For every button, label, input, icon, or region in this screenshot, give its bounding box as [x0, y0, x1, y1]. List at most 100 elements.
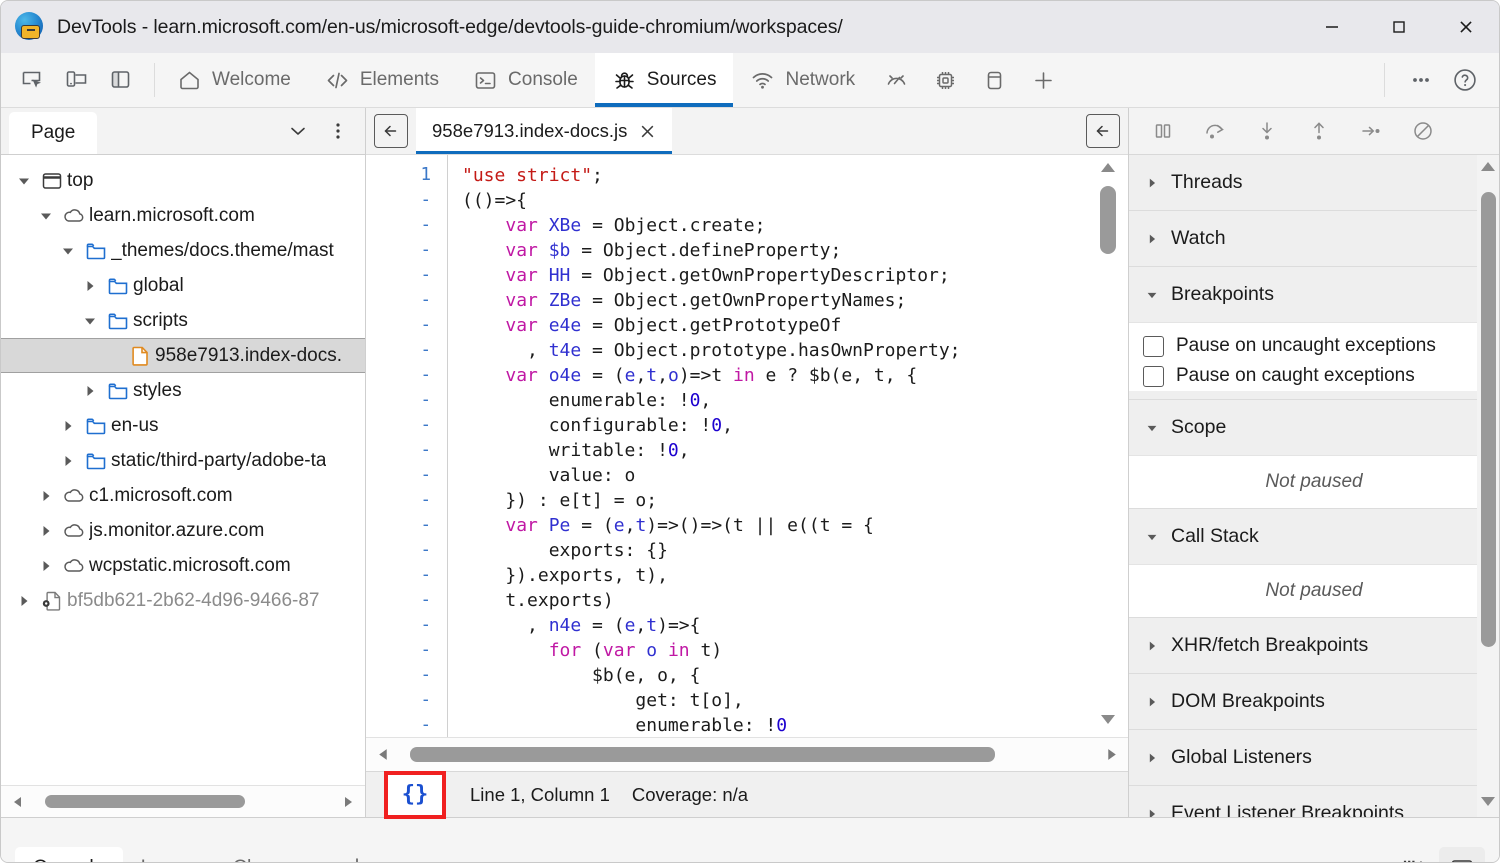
line-number[interactable]: - — [366, 338, 447, 363]
tab-memory[interactable] — [921, 53, 970, 107]
line-number[interactable]: - — [366, 238, 447, 263]
line-number[interactable]: - — [366, 513, 447, 538]
twisty-expanded-icon[interactable] — [11, 173, 37, 189]
step-into-icon[interactable] — [1243, 111, 1291, 151]
close-drawer-icon[interactable] — [1439, 846, 1485, 862]
source-code[interactable]: "use strict"; (()=>{ var XBe = Object.cre… — [448, 155, 1088, 737]
scrollbar-track[interactable] — [394, 739, 1100, 771]
twisty-collapsed-icon[interactable] — [55, 418, 81, 434]
line-number[interactable]: 1 — [366, 163, 447, 188]
line-number[interactable]: - — [366, 563, 447, 588]
maximize-button[interactable] — [1365, 1, 1432, 53]
scroll-up-arrow[interactable] — [1099, 161, 1117, 180]
restore-drawer-icon[interactable] — [1389, 847, 1435, 862]
tree-item-global[interactable]: global — [1, 268, 365, 303]
line-number[interactable]: - — [366, 388, 447, 413]
minimize-button[interactable] — [1298, 1, 1365, 53]
tree-item-styles[interactable]: styles — [1, 373, 365, 408]
line-number[interactable]: - — [366, 363, 447, 388]
scroll-up-arrow[interactable] — [1480, 160, 1496, 178]
line-number[interactable]: - — [366, 688, 447, 713]
step-out-icon[interactable] — [1295, 111, 1343, 151]
line-number[interactable]: - — [366, 663, 447, 688]
section-header-scope[interactable]: Scope — [1129, 400, 1499, 455]
pause-script-icon[interactable] — [1139, 111, 1187, 151]
scroll-left-arrow[interactable] — [372, 747, 394, 762]
scrollbar-thumb[interactable] — [410, 747, 995, 762]
scrollbar-thumb[interactable] — [1100, 186, 1116, 254]
tab-sources[interactable]: Sources — [594, 53, 734, 107]
editor-vertical-scrollbar[interactable] — [1088, 155, 1128, 737]
debugger-vertical-scrollbar[interactable] — [1477, 155, 1499, 817]
scroll-right-arrow[interactable] — [1100, 747, 1122, 762]
twisty-collapsed-icon[interactable] — [77, 383, 103, 399]
twisty-collapsed-icon[interactable] — [11, 593, 37, 609]
tree-item-c1-microsoft-com[interactable]: c1.microsoft.com — [1, 478, 365, 513]
deactivate-breakpoints-icon[interactable] — [1399, 111, 1447, 151]
breakpoint-option-row[interactable]: Pause on uncaught exceptions — [1129, 331, 1499, 361]
checkbox[interactable] — [1143, 335, 1164, 357]
navigator-horizontal-scrollbar[interactable] — [1, 785, 365, 817]
line-number[interactable]: - — [366, 213, 447, 238]
section-header-call-stack[interactable]: Call Stack — [1129, 509, 1499, 564]
tab-elements[interactable]: Elements — [308, 53, 456, 107]
navigate-back-icon[interactable] — [374, 114, 408, 148]
line-number[interactable]: - — [366, 588, 447, 613]
drawer-tab-issues[interactable]: Issues — [123, 847, 215, 862]
tab-welcome[interactable]: Welcome — [160, 53, 308, 107]
twisty-collapsed-icon[interactable] — [33, 558, 59, 574]
tree-item-bf5db621-2b62-4d96-9466-87[interactable]: bf5db621-2b62-4d96-9466-87 — [1, 583, 365, 618]
line-number[interactable]: - — [366, 488, 447, 513]
plus-icon[interactable] — [335, 846, 379, 862]
tree-item-js-monitor-azure-com[interactable]: js.monitor.azure.com — [1, 513, 365, 548]
tree-item-scripts[interactable]: scripts — [1, 303, 365, 338]
line-number[interactable]: - — [366, 613, 447, 638]
line-number[interactable]: - — [366, 438, 447, 463]
tree-item-static-third-party-adobe-ta[interactable]: static/third-party/adobe-ta — [1, 443, 365, 478]
line-number[interactable]: - — [366, 313, 447, 338]
section-header-dom-breakpoints[interactable]: DOM Breakpoints — [1129, 674, 1499, 729]
scrollbar-thumb[interactable] — [1480, 192, 1496, 647]
device-emulation-icon[interactable] — [55, 58, 99, 102]
scroll-left-arrow[interactable] — [7, 795, 29, 809]
help-question-icon[interactable] — [1443, 58, 1487, 102]
editor-file-tab[interactable]: 958e7913.index-docs.js — [416, 108, 673, 154]
tab-performance[interactable] — [872, 53, 921, 107]
step-icon[interactable] — [1347, 111, 1395, 151]
section-header-watch[interactable]: Watch — [1129, 211, 1499, 266]
line-number[interactable]: - — [366, 263, 447, 288]
scrollbar-thumb[interactable] — [45, 795, 245, 808]
breakpoint-option-row[interactable]: Pause on caught exceptions — [1129, 361, 1499, 391]
line-number[interactable]: - — [366, 638, 447, 663]
tree-item-958e7913-index-docs[interactable]: 958e7913.index-docs. — [1, 338, 365, 373]
section-header-global-listeners[interactable]: Global Listeners — [1129, 730, 1499, 785]
format-source-button[interactable]: {} — [384, 770, 446, 819]
section-header-threads[interactable]: Threads — [1129, 155, 1499, 210]
twisty-collapsed-icon[interactable] — [33, 523, 59, 539]
step-over-icon[interactable] — [1191, 111, 1239, 151]
kebab-menu-icon[interactable] — [319, 112, 357, 150]
drawer-tab-changes[interactable]: Changes — [215, 847, 329, 862]
code-viewer[interactable]: 1---------------------- "use strict";(()… — [366, 155, 1128, 737]
line-number[interactable]: - — [366, 463, 447, 488]
tab-application[interactable] — [970, 53, 1019, 107]
tab-network[interactable]: Network — [733, 53, 872, 107]
tab-console[interactable]: Console — [456, 53, 595, 107]
line-number[interactable]: - — [366, 188, 447, 213]
scroll-down-arrow[interactable] — [1099, 712, 1117, 731]
twisty-collapsed-icon[interactable] — [55, 453, 81, 469]
inspect-element-icon[interactable] — [11, 58, 55, 102]
scroll-right-arrow[interactable] — [337, 795, 359, 809]
tree-item-en-us[interactable]: en-us — [1, 408, 365, 443]
twisty-expanded-icon[interactable] — [33, 208, 59, 224]
checkbox[interactable] — [1143, 365, 1164, 387]
more-options-icon[interactable] — [1399, 58, 1443, 102]
dock-side-icon[interactable] — [99, 58, 143, 102]
twisty-expanded-icon[interactable] — [77, 313, 103, 329]
tree-item-top[interactable]: top — [1, 163, 365, 198]
section-header-event-listener-breakpoints[interactable]: Event Listener Breakpoints — [1129, 786, 1499, 817]
chevron-down-icon[interactable] — [279, 112, 317, 150]
twisty-collapsed-icon[interactable] — [77, 278, 103, 294]
close-button[interactable] — [1432, 1, 1499, 53]
line-number[interactable]: - — [366, 413, 447, 438]
